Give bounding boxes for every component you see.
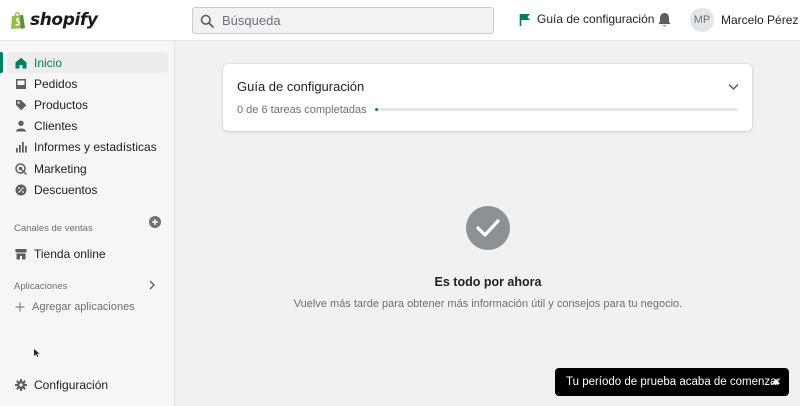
sidebar-item-inicio[interactable]: Inicio (0, 52, 168, 73)
avatar: MP (690, 8, 714, 32)
apps-title: Aplicaciones (14, 281, 68, 292)
sidebar-item-label: Marketing (34, 161, 87, 176)
checkmark-icon (466, 206, 510, 250)
top-bar: shopify Guía de configuración MP Marcelo… (0, 0, 800, 41)
orders-icon (16, 78, 26, 89)
sidebar-item-marketing[interactable]: Marketing (7, 158, 168, 179)
flag-icon (519, 13, 530, 26)
store-icon (15, 248, 27, 259)
sidebar-item-label: Descuentos (34, 182, 98, 197)
search-icon (200, 14, 214, 28)
sidebar-item-configuracion[interactable]: Configuración (7, 374, 168, 395)
trial-toast-label: Tu período de prueba acaba de comenzar (566, 376, 781, 388)
sidebar-item-productos[interactable]: Productos (7, 94, 168, 115)
bell-icon[interactable] (657, 12, 672, 28)
sales-channels-title: Canales de ventas (14, 223, 93, 234)
user-name: Marcelo Pérez (721, 13, 799, 27)
brand-name: shopify (30, 10, 98, 30)
sidebar-item-informes[interactable]: Informes y estadísticas (7, 136, 168, 157)
discount-icon (15, 184, 27, 195)
setup-guide-link[interactable]: Guía de configuración (519, 12, 654, 26)
sidebar-item-label: Informes y estadísticas (34, 139, 157, 154)
sidebar-item-label: Clientes (34, 118, 78, 133)
setup-guide-label: Guía de configuración (537, 12, 655, 26)
analytics-icon (16, 141, 27, 152)
sidebar-item-clientes[interactable]: Clientes (7, 115, 168, 136)
mouse-cursor-icon (34, 349, 40, 357)
add-sales-channel-icon[interactable] (149, 216, 161, 228)
user-menu[interactable]: MP Marcelo Pérez (690, 8, 798, 32)
home-icon (15, 57, 27, 68)
setup-progress-bar (375, 108, 738, 111)
setup-progress-fill (375, 108, 378, 111)
shopify-bag-icon (11, 11, 25, 29)
chevron-down-icon[interactable] (728, 83, 739, 91)
sidebar-item-label: Inicio (34, 55, 63, 70)
empty-state-subtitle: Vuelve más tarde para obtener más inform… (293, 298, 683, 310)
sidebar-item-label: Pedidos (34, 76, 78, 91)
add-apps-label: Agregar aplicaciones (32, 300, 135, 313)
tag-icon (16, 99, 27, 110)
chevron-right-icon[interactable] (147, 280, 157, 290)
search-bar[interactable] (192, 7, 494, 34)
target-icon (15, 162, 27, 175)
caret-up-icon (772, 379, 780, 384)
setup-progress-text: 0 de 6 tareas completadas (237, 104, 367, 116)
sidebar-item-label: Tienda online (34, 246, 106, 261)
sidebar-item-tienda-online[interactable]: Tienda online (7, 243, 168, 264)
setup-guide-title: Guía de configuración (237, 79, 365, 94)
sidebar: Inicio Pedidos Productos Clientes Inform… (0, 41, 175, 406)
sidebar-item-descuentos[interactable]: Descuentos (7, 179, 168, 200)
add-apps-link[interactable]: Agregar aplicaciones (7, 296, 168, 317)
shopify-logo[interactable]: shopify (10, 10, 98, 30)
sidebar-item-label: Productos (34, 97, 89, 112)
person-icon (16, 120, 26, 131)
trial-toast[interactable]: Tu período de prueba acaba de comenzar (555, 368, 789, 396)
search-input[interactable] (222, 13, 482, 28)
setup-guide-card: Guía de configuración 0 de 6 tareas comp… (223, 64, 752, 131)
sidebar-item-pedidos[interactable]: Pedidos (7, 73, 168, 94)
empty-state-title: Es todo por ahora (434, 275, 542, 289)
plus-icon (15, 302, 25, 311)
gear-icon (15, 378, 27, 391)
sidebar-item-label: Configuración (34, 377, 109, 392)
